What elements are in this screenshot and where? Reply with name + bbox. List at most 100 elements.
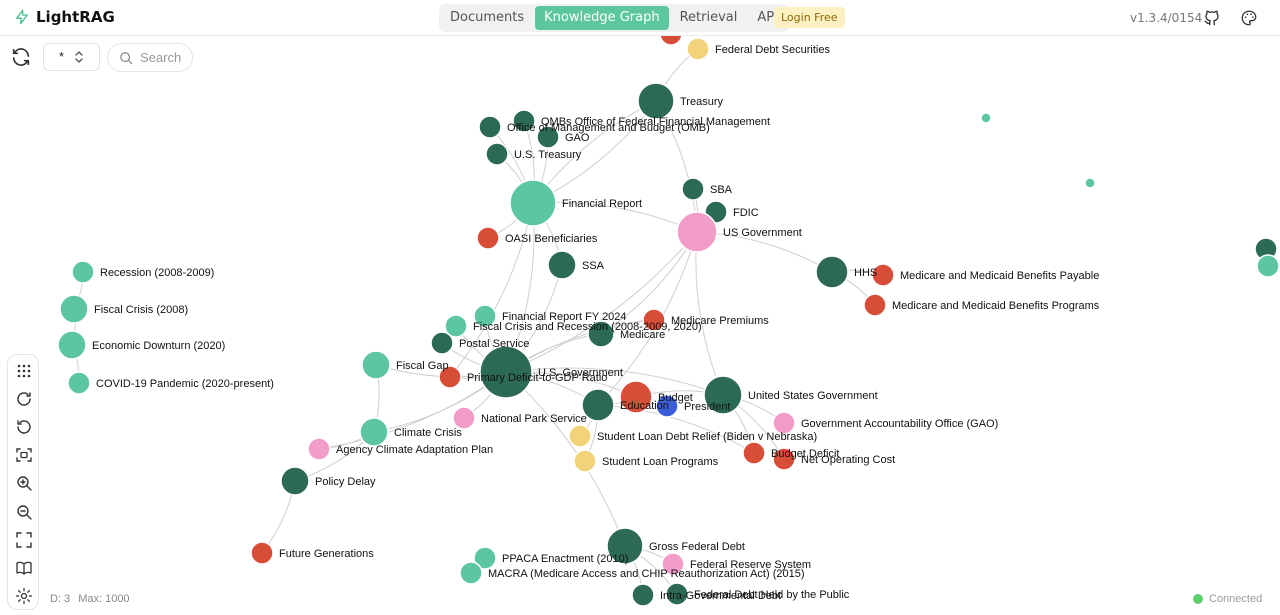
graph-node[interactable] — [509, 179, 557, 227]
graph-node[interactable] — [547, 250, 577, 280]
graph-node-label: Office of Management and Budget (OMB) — [507, 122, 710, 134]
refresh-icon[interactable] — [10, 46, 32, 68]
graph-edge — [695, 231, 724, 396]
rotate-counterclockwise-icon[interactable] — [15, 418, 33, 436]
graph-node-label: Medicare and Medicaid Benefits Programs — [892, 300, 1100, 312]
fullscreen-icon[interactable] — [15, 531, 33, 549]
graph-node-label: Federal Debt Held by the Public — [694, 589, 850, 601]
rotate-clockwise-icon[interactable] — [15, 390, 33, 408]
fit-selection-icon[interactable] — [15, 446, 33, 464]
graph-node-label: FDIC — [733, 207, 759, 219]
graph-node[interactable] — [742, 441, 766, 465]
graph-node-label: Economic Downturn (2020) — [92, 340, 225, 352]
zoom-out-icon[interactable] — [15, 503, 33, 521]
graph-node-label: Treasury — [680, 96, 723, 108]
app-name: LightRAG — [36, 8, 115, 26]
knowledge-graph-canvas[interactable]: Federal Debt Securities Treasury OMBs Offi… — [0, 36, 1280, 615]
graph-node[interactable] — [430, 331, 454, 355]
graph-node-label: Medicare — [620, 329, 665, 341]
graph-node[interactable] — [359, 417, 389, 447]
graph-node[interactable] — [573, 449, 597, 473]
graph-node-label: Fiscal Crisis (2008) — [94, 304, 188, 316]
graph-node[interactable] — [478, 115, 502, 139]
graph-node-label: US Government — [723, 227, 802, 239]
graph-node[interactable] — [815, 255, 849, 289]
graph-svg[interactable]: Federal Debt SecuritiesTreasuryOMBs Offi… — [0, 36, 1280, 615]
graph-node[interactable] — [1256, 254, 1280, 278]
graph-edge — [505, 231, 698, 373]
tab-knowledge-graph[interactable]: Knowledge Graph — [535, 6, 669, 30]
graph-toolbar — [7, 354, 39, 610]
graph-node-label: Education — [620, 400, 669, 412]
graph-node-label: U.S. Treasury — [514, 149, 582, 161]
login-free-button[interactable]: Login Free — [774, 7, 845, 28]
tab-retrieval[interactable]: Retrieval — [671, 6, 747, 30]
graph-node[interactable] — [863, 293, 887, 317]
graph-node[interactable] — [1084, 177, 1096, 189]
graph-label-select[interactable]: * — [43, 43, 100, 71]
graph-node[interactable] — [452, 406, 476, 430]
graph-node[interactable] — [681, 177, 705, 201]
graph-node[interactable] — [280, 466, 310, 496]
palette-icon[interactable] — [1240, 9, 1258, 27]
graph-node-label: COVID-19 Pandemic (2020-present) — [96, 378, 274, 390]
graph-node-label: HHS — [854, 267, 877, 279]
graph-node[interactable] — [581, 388, 615, 422]
graph-node-label: Student Loan Debt Relief (Biden v Nebras… — [597, 431, 817, 443]
graph-node[interactable] — [250, 541, 274, 565]
zap-icon — [16, 9, 28, 25]
github-icon[interactable] — [1203, 9, 1221, 27]
graph-node-label: Fiscal Crisis and Recession (2008-2009, … — [473, 321, 702, 333]
search-input[interactable] — [140, 50, 190, 65]
graph-node[interactable] — [361, 350, 391, 380]
graph-node[interactable] — [476, 226, 500, 250]
graph-node[interactable] — [659, 36, 683, 46]
graph-node[interactable] — [57, 330, 87, 360]
graph-node-label: Medicare and Medicaid Benefits Payable — [900, 270, 1099, 282]
graph-node-label: Agency Climate Adaptation Plan — [336, 444, 493, 456]
graph-node-label: Financial Report — [562, 198, 642, 210]
graph-node[interactable] — [67, 371, 91, 395]
graph-node[interactable] — [71, 260, 95, 284]
graph-label-value: * — [59, 49, 65, 64]
graph-node-label: National Park Service — [481, 413, 587, 425]
graph-node[interactable] — [485, 142, 509, 166]
graph-stats: D: 3 Max: 1000 — [50, 593, 130, 605]
version-label: v1.3.4/0154 — [1130, 11, 1203, 25]
depth-label: D: 3 — [50, 593, 71, 605]
graph-node-label: OASI Beneficiaries — [505, 233, 598, 245]
chevron-up-down-icon — [75, 51, 83, 63]
graph-node[interactable] — [459, 561, 483, 585]
graph-node-label: Gross Federal Debt — [649, 541, 745, 553]
graph-node[interactable] — [307, 437, 331, 461]
status-dot-icon — [1193, 594, 1203, 604]
graph-node[interactable] — [686, 37, 710, 61]
zoom-in-icon[interactable] — [15, 474, 33, 492]
graph-node-label: President — [684, 401, 730, 413]
layout-grid-icon[interactable] — [15, 362, 33, 380]
graph-node-label: Future Generations — [279, 548, 374, 560]
graph-node-label: GAO — [565, 132, 590, 144]
settings-gear-icon[interactable] — [15, 587, 33, 605]
app-logo[interactable]: LightRAG — [14, 8, 115, 26]
graph-node-label: Student Loan Programs — [602, 456, 719, 468]
max-nodes-label: Max: 1000 — [78, 593, 130, 605]
graph-node[interactable] — [980, 112, 992, 124]
graph-node[interactable] — [568, 424, 592, 448]
graph-node[interactable] — [59, 294, 89, 324]
graph-node-label: Policy Delay — [315, 476, 376, 488]
tab-documents[interactable]: Documents — [441, 6, 533, 30]
graph-node-label: Net Operating Cost — [801, 454, 895, 466]
graph-node-label: SSA — [582, 260, 605, 272]
connection-status: Connected — [1193, 593, 1262, 605]
top-header: LightRAG Documents Knowledge Graph Retri… — [0, 0, 1280, 36]
node-search[interactable] — [107, 43, 193, 72]
graph-labels: Federal Debt SecuritiesTreasuryOMBs Offi… — [92, 44, 1100, 602]
graph-node[interactable] — [676, 211, 718, 253]
graph-node-label: MACRA (Medicare Access and CHIP Reauthor… — [488, 568, 805, 580]
graph-node-label: Medicare Premiums — [671, 315, 769, 327]
legend-book-icon[interactable] — [15, 559, 33, 577]
app-root: Federal Debt Securities Treasury OMBs Offi… — [0, 0, 1280, 615]
graph-node[interactable] — [637, 82, 675, 120]
graph-node[interactable] — [631, 583, 655, 607]
